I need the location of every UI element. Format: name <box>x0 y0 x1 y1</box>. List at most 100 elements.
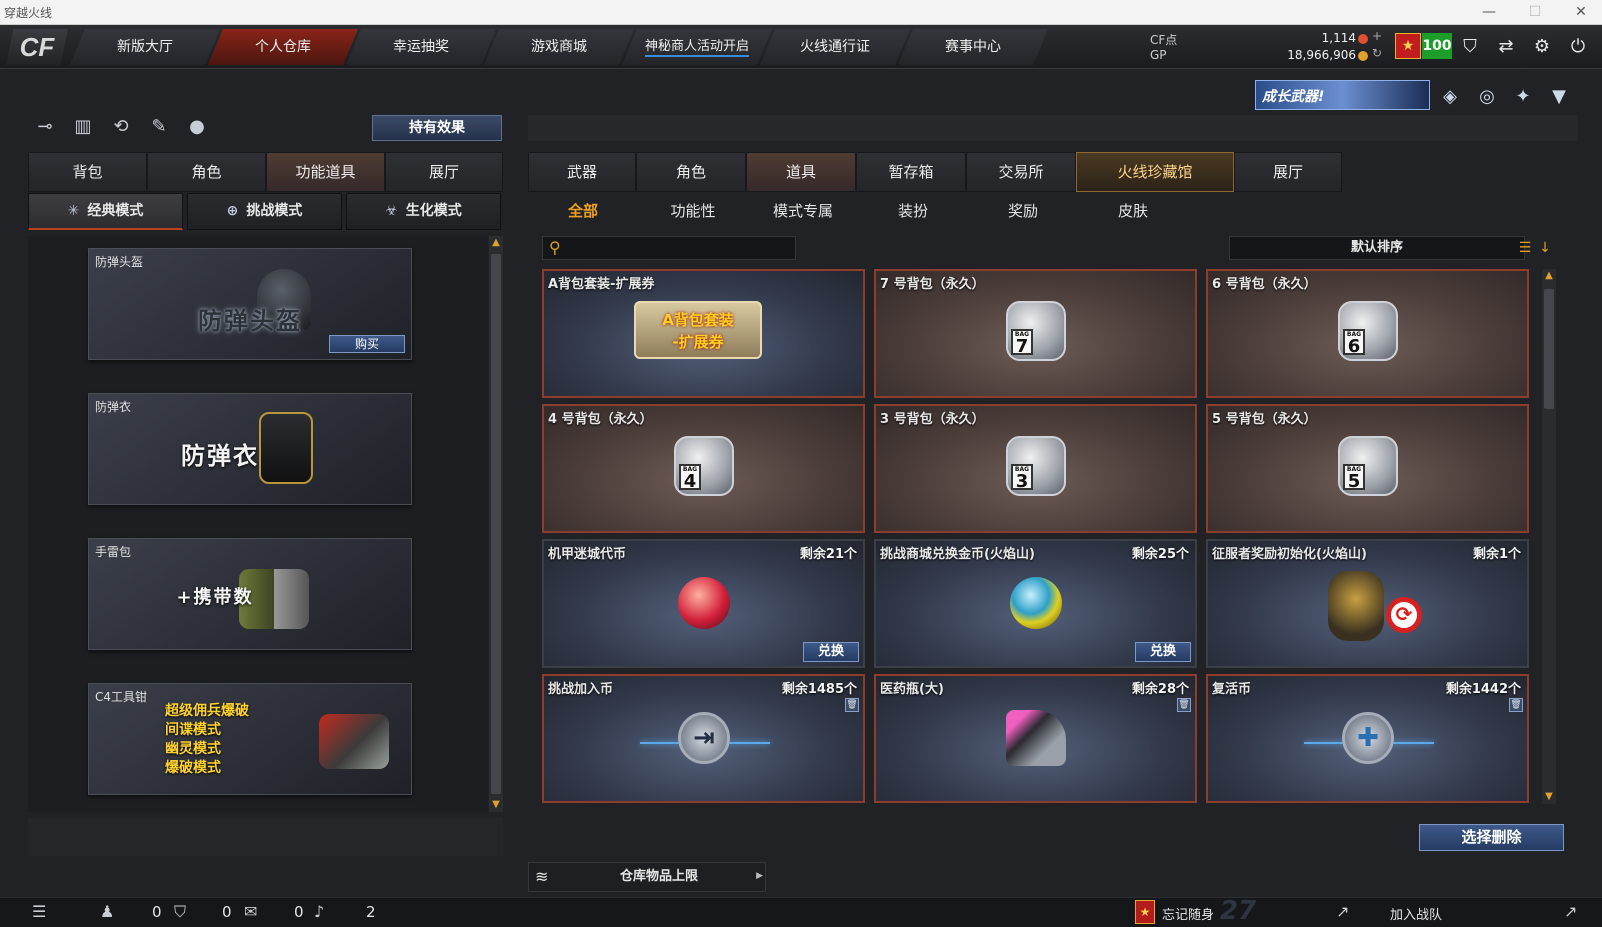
item-card[interactable]: 4 号背包（永久） BAG 4 <box>542 404 865 533</box>
scroll-up-icon[interactable]: ▲ <box>489 236 503 250</box>
currency-panel: CF点 1,114 + GP 18,966,906 ↻ <box>1150 29 1390 65</box>
friends-icon[interactable]: ♟ <box>100 902 114 921</box>
close-button[interactable]: ✕ <box>1566 2 1596 22</box>
card-helmet[interactable]: 防弹头盔 防弹头盔 购买 <box>88 248 412 360</box>
scroll-thumb[interactable] <box>491 254 501 794</box>
clan-shield-icon[interactable]: ⛉ <box>174 902 186 922</box>
badge-v-icon[interactable]: ◈ <box>1437 84 1463 110</box>
sort-direction-icon[interactable]: ↓ <box>1536 239 1554 257</box>
tab-characters[interactable]: 角色 <box>636 152 746 192</box>
tab-backpack[interactable]: 背包 <box>28 152 147 192</box>
cf-logo[interactable]: CF <box>6 29 68 65</box>
filter-reward[interactable]: 奖励 <box>968 195 1078 227</box>
tab-exchange[interactable]: 交易所 <box>966 152 1076 192</box>
filter-decoration[interactable]: 装扮 <box>858 195 968 227</box>
tab-character[interactable]: 角色 <box>147 152 266 192</box>
holding-effect-button[interactable]: 持有效果 <box>372 115 502 141</box>
item-card[interactable]: 6 号背包（永久） BAG 6 <box>1206 269 1529 398</box>
scroll-thumb[interactable] <box>1544 289 1554 409</box>
join-clan-label[interactable]: 加入战队 <box>1390 904 1442 923</box>
card-body-armor[interactable]: 防弹衣 防弹衣 <box>88 393 412 505</box>
nav-tab-events[interactable]: 赛事中心 <box>898 29 1048 65</box>
nav-tab-lucky-draw[interactable]: 幸运抽奖 <box>346 29 496 65</box>
exchange-button[interactable]: 兑换 <box>1135 642 1191 662</box>
item-card[interactable]: 机甲迷城代币 剩余21个 兑换 <box>542 539 865 668</box>
buy-button[interactable]: 购买 <box>329 335 405 353</box>
scroll-up-icon[interactable]: ▲ <box>1542 269 1556 283</box>
tab-function-items[interactable]: 功能道具 <box>266 152 385 192</box>
bag-digit: 5 <box>1347 471 1361 492</box>
item-card[interactable]: 3 号背包（永久） BAG 3 <box>874 404 1197 533</box>
filter-all[interactable]: 全部 <box>528 195 638 227</box>
refresh-gp-icon[interactable]: ↻ <box>1372 46 1382 60</box>
scroll-down-icon[interactable]: ▼ <box>1542 790 1556 804</box>
swap-icon[interactable]: ⇄ <box>1492 33 1520 61</box>
c4-mode-line: 间谍模式 <box>165 722 221 738</box>
globe-icon[interactable]: ◎ <box>1474 84 1500 110</box>
key-icon[interactable]: ⊸ <box>30 112 60 142</box>
item-card[interactable]: 征服者奖励初始化(火焰山) 剩余1个 ⟳ <box>1206 539 1529 668</box>
scroll-down-icon[interactable]: ▼ <box>489 798 503 812</box>
trash-icon[interactable]: 🗑 <box>1509 698 1523 712</box>
list-view-icon[interactable]: ☰ <box>1516 239 1534 257</box>
shield-icon[interactable]: ⛉ <box>1456 33 1484 61</box>
add-cf-icon[interactable]: + <box>1372 29 1382 43</box>
minimize-button[interactable]: — <box>1474 2 1504 22</box>
right-scrollbar[interactable]: ▲ ▼ <box>1542 269 1556 804</box>
item-card[interactable]: 挑战加入币 剩余1485个 🗑 ⇥ <box>542 674 865 803</box>
nav-tab-mystery-merchant[interactable]: 神秘商人活动开启 <box>622 29 772 65</box>
gear-icon[interactable]: ⚙ <box>1528 33 1556 61</box>
select-delete-button[interactable]: 选择删除 <box>1419 824 1564 851</box>
filter-skin[interactable]: 皮肤 <box>1078 195 1188 227</box>
maximize-button[interactable]: ☐ <box>1520 2 1550 22</box>
item-card[interactable]: A背包套装-扩展券 A背包套装 -扩展券 <box>542 269 865 398</box>
item-card[interactable]: 5 号背包（永久） BAG 5 <box>1206 404 1529 533</box>
tab-temp-box[interactable]: 暂存箱 <box>856 152 966 192</box>
search-input[interactable] <box>571 239 791 257</box>
trash-icon[interactable]: 🗑 <box>845 698 859 712</box>
left-scrollbar[interactable]: ▲ ▼ <box>489 236 503 812</box>
chat-icon[interactable]: ✉ <box>244 902 257 921</box>
mode-tab-challenge[interactable]: ⊕ 挑战模式 <box>187 193 342 230</box>
search-box[interactable]: ⚲ <box>542 236 796 260</box>
filter-mode-exclusive[interactable]: 模式专属 <box>748 195 858 227</box>
power-icon[interactable]: ⏻ <box>1564 33 1592 61</box>
sort-dropdown[interactable]: 默认排序 <box>1229 236 1525 260</box>
grenade-icon[interactable]: ● <box>182 112 212 142</box>
nav-tab-personal-storage[interactable]: 个人仓库 <box>208 29 358 65</box>
card-caption: C4工具钳 <box>95 690 148 704</box>
mode-tab-classic[interactable]: ✳ 经典模式 <box>28 193 183 230</box>
card-c4-pliers[interactable]: C4工具钳 超级佣兵爆破 间谍模式 幽灵模式 爆破模式 <box>88 683 412 795</box>
trash-icon[interactable]: 🗑 <box>1177 698 1191 712</box>
item-card[interactable]: 复活币 剩余1442个 🗑 ✚ <box>1206 674 1529 803</box>
stats-icon[interactable]: ▥ <box>68 112 98 142</box>
filter-functional[interactable]: 功能性 <box>638 195 748 227</box>
crest-icon[interactable]: ✦ <box>1510 84 1536 110</box>
friends-count: 0 <box>152 903 162 921</box>
history-icon[interactable]: ⟲ <box>106 112 136 142</box>
nav-tab-shop[interactable]: 游戏商城 <box>484 29 634 65</box>
random-label[interactable]: 忘记随身 <box>1162 904 1214 923</box>
tab-showroom[interactable]: 展厅 <box>385 152 503 192</box>
nav-tab-new-lobby[interactable]: 新版大厅 <box>70 29 220 65</box>
item-card[interactable]: 7 号背包（永久） BAG 7 <box>874 269 1197 398</box>
growth-weapon-banner[interactable]: 成长武器! <box>1255 80 1430 110</box>
storage-limit-bar[interactable]: ≋ 仓库物品上限 ▶ <box>528 862 766 892</box>
mode-tab-zombie[interactable]: ☣ 生化模式 <box>346 193 501 230</box>
item-card[interactable]: 挑战商城兑换金币(火焰山) 剩余25个 兑换 <box>874 539 1197 668</box>
character-icon[interactable]: ✎ <box>144 112 174 142</box>
tab-collection[interactable]: 火线珍藏馆 <box>1076 152 1234 192</box>
popout-icon[interactable]: ↗ <box>1564 902 1577 921</box>
item-card[interactable]: 医药瓶(大) 剩余28个 🗑 <box>874 674 1197 803</box>
tab-weapons[interactable]: 武器 <box>528 152 636 192</box>
nav-tab-battle-pass[interactable]: 火线通行证 <box>760 29 910 65</box>
tab-items[interactable]: 道具 <box>746 152 856 192</box>
w-emblem-icon[interactable]: ▼ <box>1546 84 1572 110</box>
volume-icon[interactable]: ♪ <box>314 902 324 921</box>
card-grenade-pack[interactable]: 手雷包 +携带数 <box>88 538 412 650</box>
tab-hall[interactable]: 展厅 <box>1234 152 1342 192</box>
menu-list-icon[interactable]: ☰ <box>32 902 46 921</box>
external-link-icon[interactable]: ↗ <box>1336 902 1349 921</box>
random-icon: ★ <box>1135 900 1155 924</box>
exchange-button[interactable]: 兑换 <box>803 642 859 662</box>
